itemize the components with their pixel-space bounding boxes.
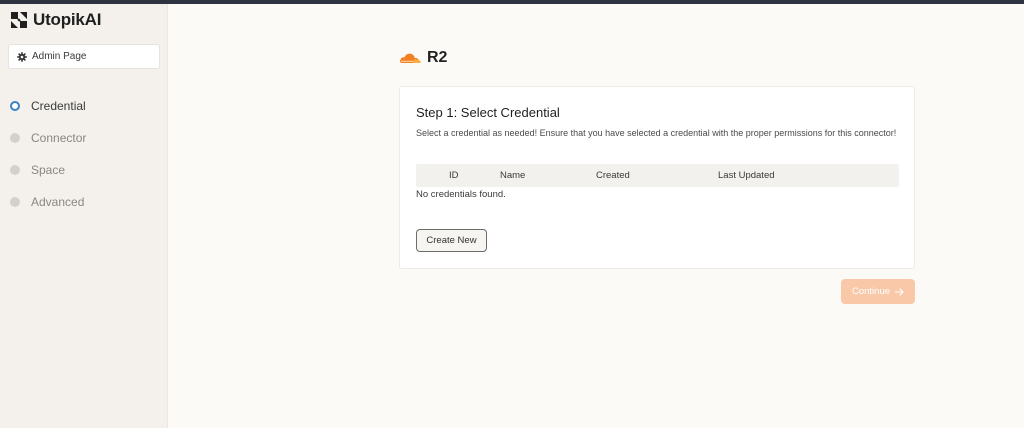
step-indicator (10, 133, 20, 143)
admin-page-label: Admin Page (32, 51, 87, 62)
brand[interactable]: UtopikAI (11, 10, 101, 30)
cloudflare-cloud-icon (399, 53, 421, 63)
sidebar: UtopikAI Admin Page Credential Connector… (0, 4, 168, 428)
arrow-right-icon (895, 287, 904, 296)
step-space[interactable]: Space (10, 154, 86, 186)
brand-name: UtopikAI (33, 10, 102, 29)
continue-button[interactable]: Continue (841, 279, 915, 304)
step-advanced[interactable]: Advanced (10, 186, 86, 218)
step-indicator (10, 165, 20, 175)
column-header-created[interactable]: Created (596, 170, 630, 181)
card-description: Select a credential as needed! Ensure th… (416, 128, 897, 138)
page-header: R2 (399, 48, 447, 68)
credentials-table-header: ID Name Created Last Updated (416, 164, 899, 187)
step-label: Space (31, 163, 66, 177)
step-label: Credential (31, 99, 86, 113)
card-title: Step 1: Select Credential (416, 105, 560, 120)
admin-page-button[interactable]: Admin Page (8, 44, 160, 69)
step-credential[interactable]: Credential (10, 90, 86, 122)
step-label: Advanced (31, 195, 85, 209)
continue-label: Continue (851, 286, 891, 297)
credential-card: Step 1: Select Credential Select a crede… (399, 86, 915, 269)
utopik-logo-icon (11, 12, 27, 28)
column-header-name[interactable]: Name (500, 170, 525, 181)
page-title: R2 (427, 49, 448, 66)
column-header-id[interactable]: ID (449, 170, 459, 181)
step-label: Connector (31, 131, 87, 145)
step-list: Credential Connector Space Advanced (10, 90, 86, 218)
create-new-button[interactable]: Create New (416, 229, 487, 252)
empty-state-message: No credentials found. (416, 189, 506, 200)
gear-icon (17, 51, 27, 62)
step-connector[interactable]: Connector (10, 122, 86, 154)
step-indicator (10, 197, 20, 207)
step-indicator-active (10, 101, 20, 111)
column-header-last-updated[interactable]: Last Updated (718, 170, 775, 181)
